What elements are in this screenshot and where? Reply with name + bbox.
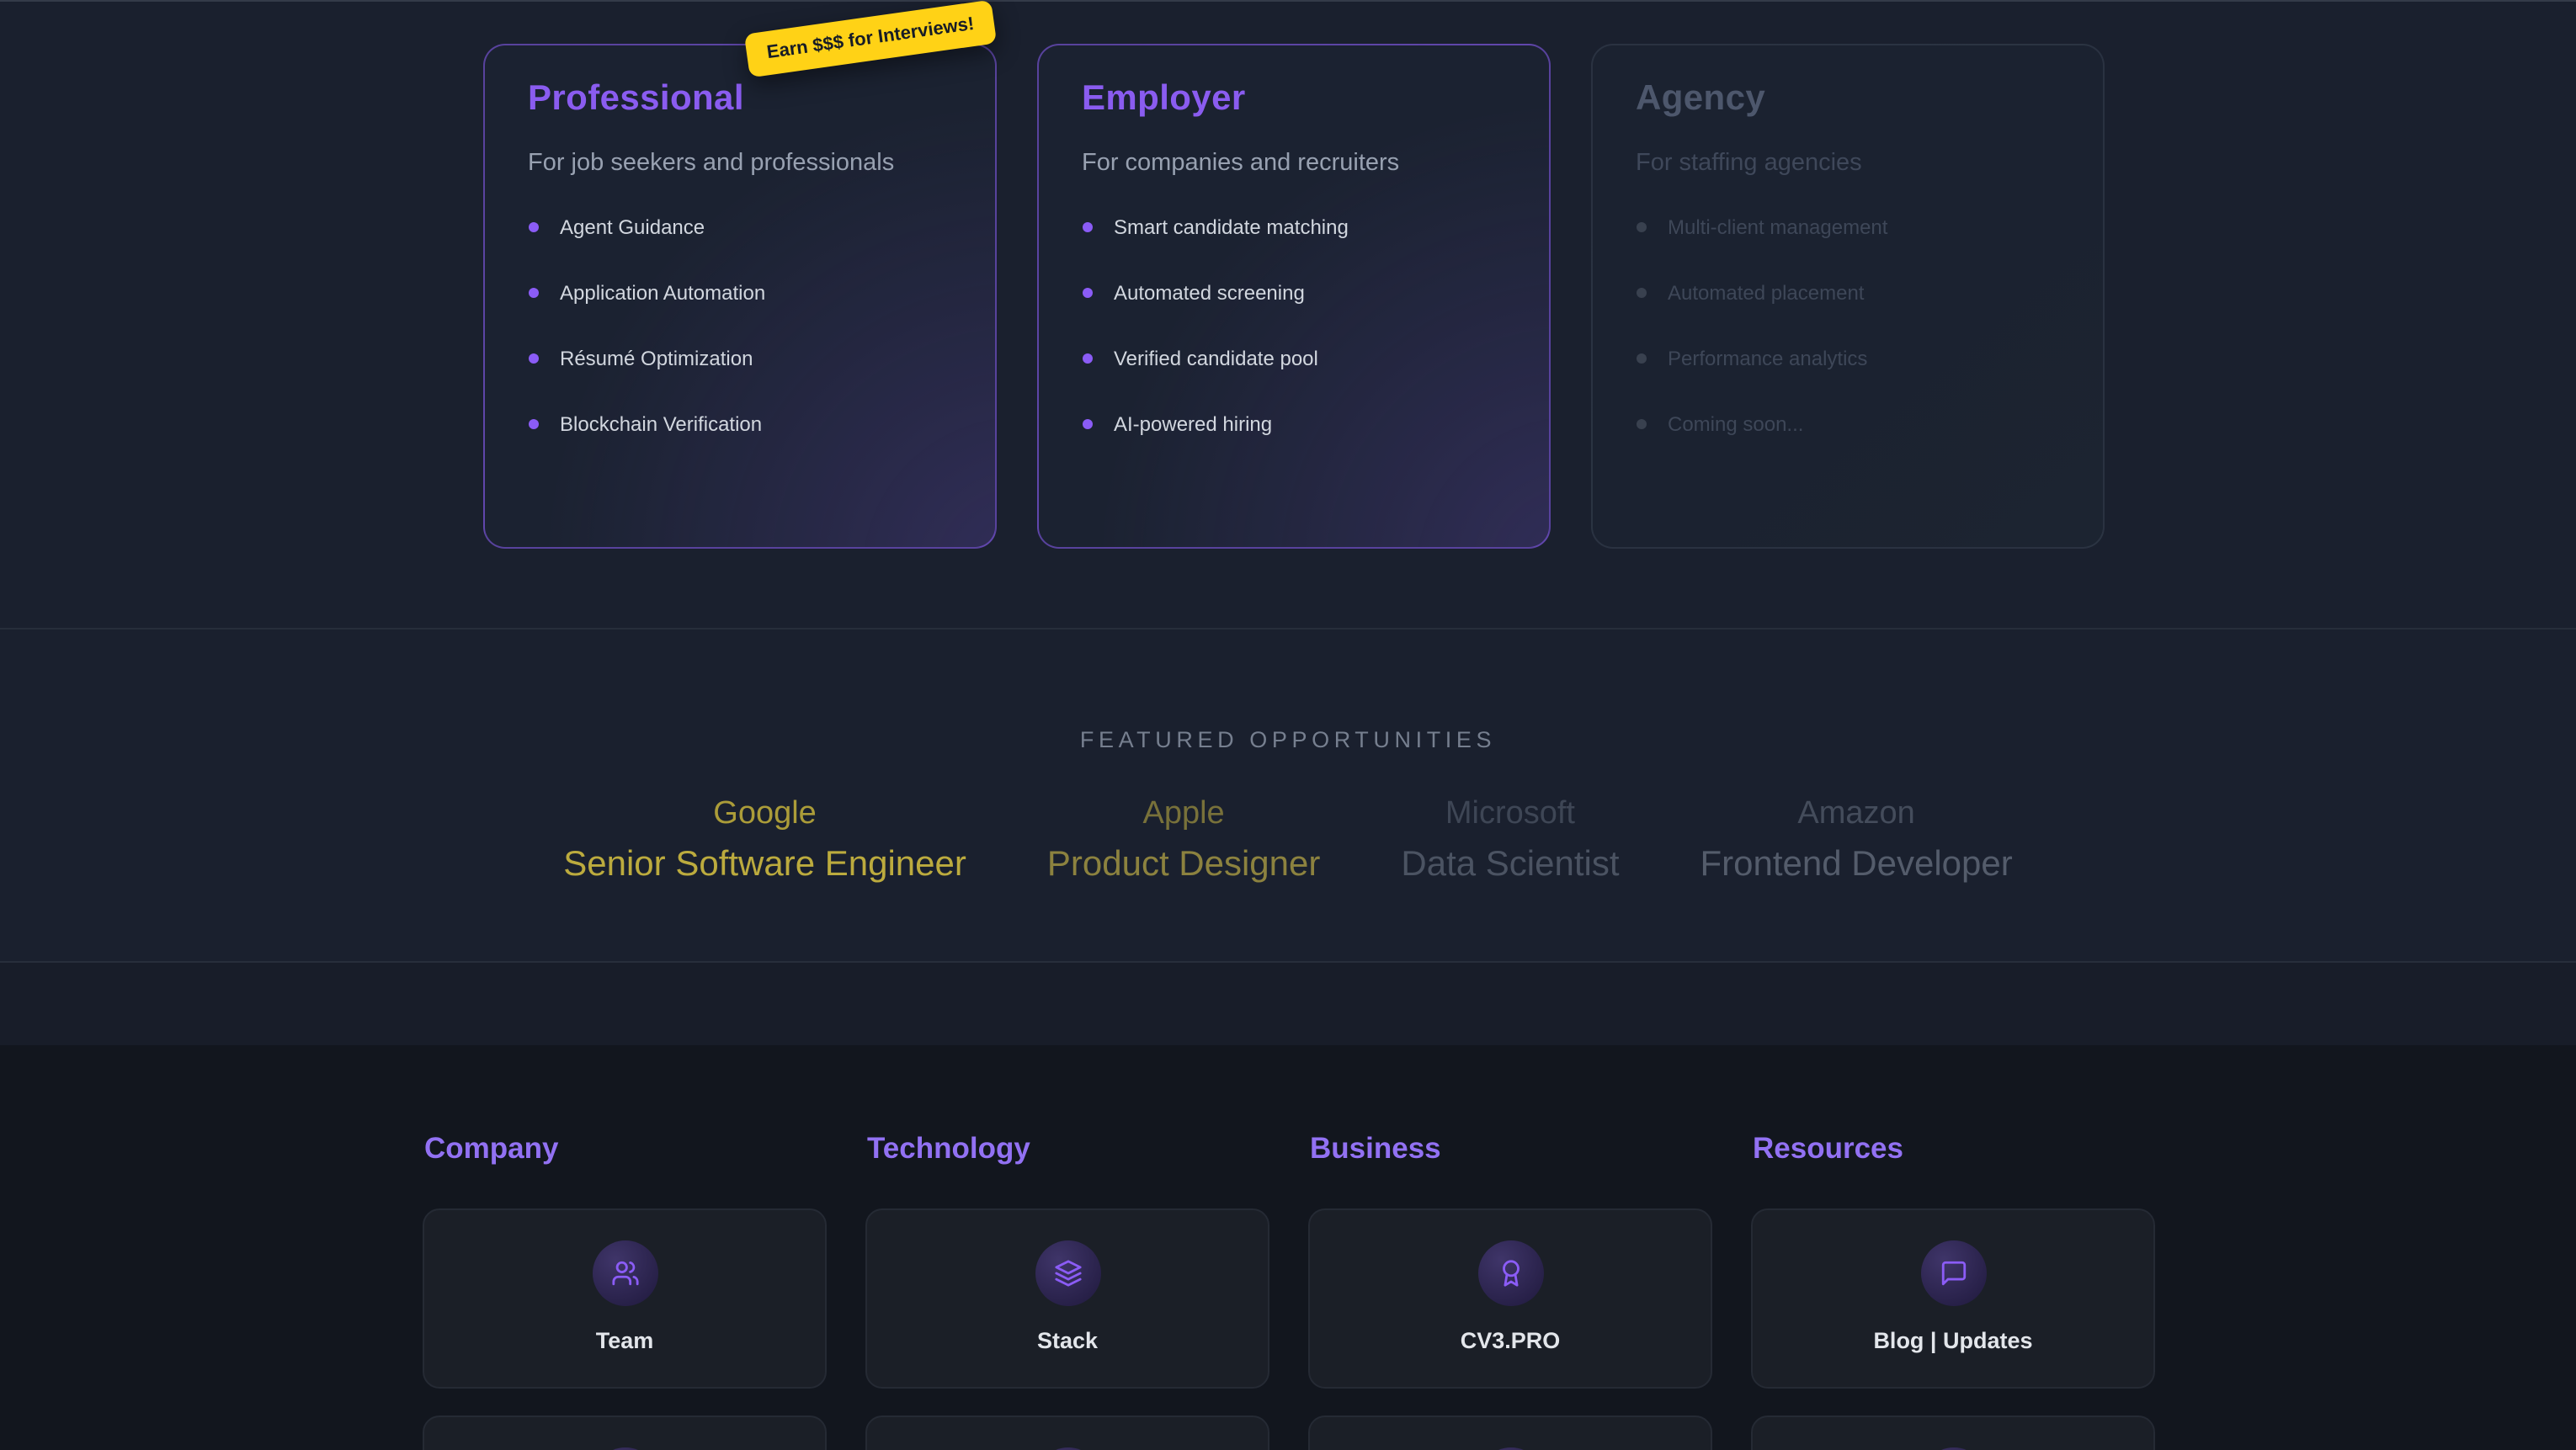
opportunity-company: Microsoft	[1401, 795, 1619, 832]
plan-feature-label: Smart candidate matching	[1114, 215, 1349, 239]
plan-feature-label: Automated screening	[1114, 281, 1305, 305]
plan-feature-label: Application Automation	[560, 281, 765, 305]
plan-cards-row: Professional For job seekers and profess…	[482, 44, 2104, 549]
opportunity-role: Data Scientist	[1401, 844, 1619, 884]
plan-feature: Agent Guidance	[528, 215, 950, 239]
hidden-icon	[1035, 1447, 1100, 1450]
footer-column-business: Business CV3.PRO	[1308, 1130, 1712, 1450]
plan-card-employer[interactable]: Employer For companies and recruiters Sm…	[1036, 44, 1550, 549]
plan-feature: Smart candidate matching	[1082, 215, 1504, 239]
bullet-dot-icon	[1636, 288, 1646, 298]
plan-feature-label: Multi-client management	[1668, 215, 1887, 239]
footer-column-heading: Resources	[1753, 1130, 2155, 1166]
opportunity-role: Frontend Developer	[1700, 844, 2013, 884]
footer-column-resources: Resources Blog | Updates	[1751, 1130, 2155, 1450]
plan-feature-list: Agent Guidance Application Automation Ré…	[528, 215, 950, 436]
featured-opportunity-google[interactable]: Google Senior Software Engineer	[563, 795, 966, 884]
plan-card-agency-disabled: Agency For staffing agencies Multi-clien…	[1590, 44, 2104, 549]
featured-opportunity-apple[interactable]: Apple Product Designer	[1047, 795, 1321, 884]
opportunity-company: Google	[563, 795, 966, 832]
featured-opportunity-microsoft[interactable]: Microsoft Data Scientist	[1401, 795, 1619, 884]
footer-card-label: Team	[596, 1327, 654, 1352]
bullet-dot-icon	[528, 222, 538, 232]
footer-card-label: Blog | Updates	[1873, 1327, 2032, 1352]
featured-opportunities-section: FEATURED OPPORTUNITIES Google Senior Sof…	[0, 627, 2576, 962]
footer-card-blog-updates[interactable]: Blog | Updates	[1751, 1208, 2155, 1388]
users-icon	[592, 1240, 657, 1305]
plan-feature-label: AI-powered hiring	[1114, 412, 1272, 436]
bullet-dot-icon	[1636, 222, 1646, 232]
plan-feature-label: Agent Guidance	[560, 215, 705, 239]
footer-column-heading: Business	[1310, 1130, 1712, 1166]
plan-feature: AI-powered hiring	[1082, 412, 1504, 436]
bullet-dot-icon	[1082, 419, 1092, 429]
plan-card-professional[interactable]: Professional For job seekers and profess…	[482, 44, 996, 549]
footer-card-partial[interactable]	[1308, 1415, 1712, 1450]
site-footer: Company Team Technology Stack	[0, 1044, 2576, 1450]
plan-subtitle: For companies and recruiters	[1082, 150, 1504, 177]
plan-feature: Coming soon...	[1636, 412, 2058, 436]
plan-feature-label: Blockchain Verification	[560, 412, 762, 436]
footer-column-technology: Technology Stack	[865, 1130, 1269, 1450]
plan-feature: Automated placement	[1636, 281, 2058, 305]
plan-feature-label: Performance analytics	[1668, 347, 1867, 370]
plan-feature-label: Coming soon...	[1668, 412, 1803, 436]
bullet-dot-icon	[1636, 419, 1646, 429]
plan-feature-label: Verified candidate pool	[1114, 347, 1318, 370]
message-square-icon	[1920, 1240, 1986, 1305]
plan-feature-label: Résumé Optimization	[560, 347, 753, 370]
plan-feature-list: Smart candidate matching Automated scree…	[1082, 215, 1504, 436]
hidden-icon	[1920, 1447, 1986, 1450]
footer-card-team[interactable]: Team	[423, 1208, 827, 1388]
plans-section: Professional For job seekers and profess…	[0, 0, 2576, 627]
plan-feature: Performance analytics	[1636, 347, 2058, 370]
featured-items-row: Google Senior Software Engineer Apple Pr…	[0, 795, 2576, 884]
bullet-dot-icon	[1082, 222, 1092, 232]
opportunity-role: Senior Software Engineer	[563, 844, 966, 884]
footer-card-label: CV3.PRO	[1461, 1327, 1561, 1352]
footer-column-heading: Technology	[867, 1130, 1269, 1166]
featured-opportunity-amazon[interactable]: Amazon Frontend Developer	[1700, 795, 2013, 884]
opportunity-company: Apple	[1047, 795, 1321, 832]
footer-card-cv3pro[interactable]: CV3.PRO	[1308, 1208, 1712, 1388]
plan-feature: Automated screening	[1082, 281, 1504, 305]
plan-feature: Résumé Optimization	[528, 347, 950, 370]
plan-feature: Multi-client management	[1636, 215, 2058, 239]
layers-icon	[1035, 1240, 1100, 1305]
plan-feature-list: Multi-client management Automated placem…	[1636, 215, 2058, 436]
footer-card-partial[interactable]	[865, 1415, 1269, 1450]
footer-card-partial[interactable]	[423, 1415, 827, 1450]
plan-title: Employer	[1082, 79, 1504, 120]
hidden-icon	[592, 1447, 657, 1450]
plan-title: Professional	[528, 79, 950, 120]
bullet-dot-icon	[1636, 353, 1646, 364]
award-icon	[1477, 1240, 1543, 1305]
footer-column-heading: Company	[424, 1130, 827, 1166]
bullet-dot-icon	[1082, 353, 1092, 364]
footer-card-partial[interactable]	[1751, 1415, 2155, 1450]
bullet-dot-icon	[1082, 288, 1092, 298]
plan-feature: Verified candidate pool	[1082, 347, 1504, 370]
plan-feature: Application Automation	[528, 281, 950, 305]
footer-grid: Company Team Technology Stack	[423, 1130, 2576, 1450]
plan-feature-label: Automated placement	[1668, 281, 1865, 305]
footer-column-company: Company Team	[423, 1130, 827, 1450]
plan-title: Agency	[1636, 79, 2058, 120]
opportunity-role: Product Designer	[1047, 844, 1321, 884]
plan-feature: Blockchain Verification	[528, 412, 950, 436]
bullet-dot-icon	[528, 288, 538, 298]
plan-subtitle: For staffing agencies	[1636, 150, 2058, 177]
section-spacer	[0, 962, 2576, 1044]
opportunity-company: Amazon	[1700, 795, 2013, 832]
bullet-dot-icon	[528, 353, 538, 364]
plan-subtitle: For job seekers and professionals	[528, 150, 950, 177]
footer-card-label: Stack	[1037, 1327, 1098, 1352]
hidden-icon	[1477, 1447, 1543, 1450]
bullet-dot-icon	[528, 419, 538, 429]
featured-heading: FEATURED OPPORTUNITIES	[0, 726, 2576, 752]
page: Professional For job seekers and profess…	[0, 0, 2576, 1450]
footer-card-stack[interactable]: Stack	[865, 1208, 1269, 1388]
